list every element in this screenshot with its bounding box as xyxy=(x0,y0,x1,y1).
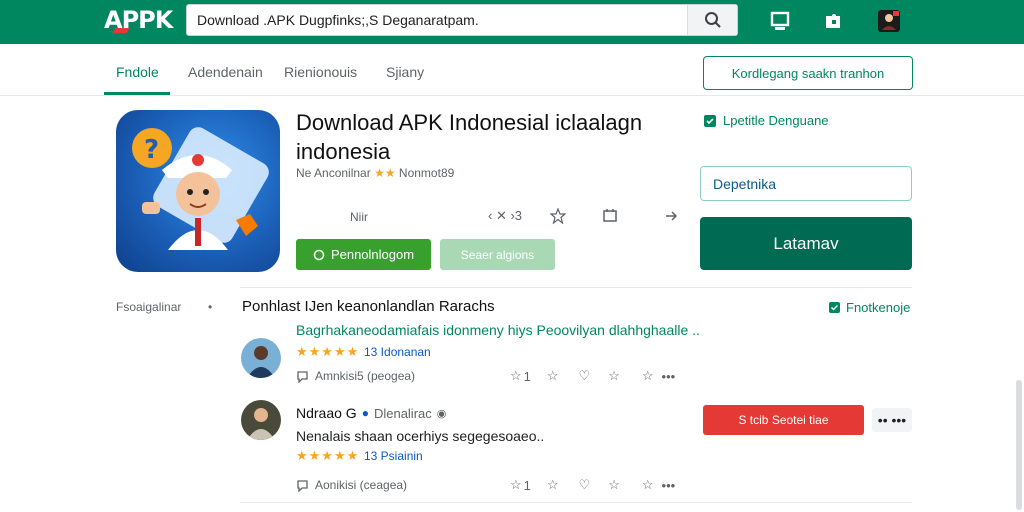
reviewer-avatar[interactable] xyxy=(241,338,281,378)
tab-fourth[interactable]: Sjiany xyxy=(386,64,424,80)
comment-icon[interactable] xyxy=(296,479,309,492)
reviews-summary[interactable]: Bagrhakaneodamiafais idonmeny hiys Peoov… xyxy=(296,322,700,338)
app-size: Niir xyxy=(350,210,368,224)
favorite-icon[interactable]: ☆ xyxy=(608,477,620,493)
review-icons: ☆ 1 ☆ ♡ ☆ ☆ ••• xyxy=(510,477,675,493)
more-options-icon[interactable]: ••• xyxy=(662,369,676,384)
review-rating-label: 13 Psiainin xyxy=(364,449,423,463)
verified-badge-icon: ◉ xyxy=(436,407,447,420)
check-box-icon xyxy=(829,302,840,313)
review-rating-label: 13 Idonanan xyxy=(364,345,431,359)
puzzle-icon[interactable] xyxy=(820,8,846,34)
app-icon: ? xyxy=(116,110,280,272)
review-icons: ☆ 1 ☆ ♡ ☆ ☆ ••• xyxy=(510,368,675,384)
reviewer-avatar[interactable] xyxy=(241,400,281,440)
device-input[interactable] xyxy=(700,166,912,201)
star-icon[interactable]: ☆ xyxy=(547,477,559,493)
wishlist-icon[interactable] xyxy=(602,208,618,224)
like-count: 1 xyxy=(523,477,531,493)
author-name[interactable]: Ndraao G xyxy=(296,405,357,421)
report-button[interactable]: S tcib Seotei tiae xyxy=(703,405,864,435)
review-action-label[interactable]: Aonikisi (ceagea) xyxy=(315,478,407,492)
search-bar xyxy=(186,4,738,36)
active-tab-indicator xyxy=(104,92,170,95)
favorite-icon[interactable]: ☆ xyxy=(608,368,620,384)
install-icon xyxy=(313,249,325,260)
review-body: Nenalais shaan ocerhiys segegesoaeo.. xyxy=(296,428,545,444)
more-menu-button[interactable]: •• ••• xyxy=(872,408,912,432)
more-options-icon[interactable]: ••• xyxy=(662,478,676,493)
search-button[interactable] xyxy=(687,5,737,35)
reviews-heading: Ponhlast IJen keanonlandlan Rarachs xyxy=(242,298,495,315)
heart-icon[interactable]: ♡ xyxy=(579,477,591,493)
tab-second[interactable]: Adendenain xyxy=(188,64,263,80)
tab-home[interactable]: Fndole xyxy=(116,64,159,80)
share-icon[interactable] xyxy=(664,208,680,224)
logo-accent xyxy=(112,28,130,33)
shield-check-icon xyxy=(704,114,716,127)
search-input[interactable] xyxy=(187,5,687,35)
review-author: Ndraao G ● Dlenalirac ◉ xyxy=(296,405,446,421)
review-action-row: Amnkisi5 (peogea) xyxy=(296,369,415,383)
star-rating: ★★★★★ xyxy=(296,344,360,359)
author-subtitle: Dlenalirac xyxy=(373,405,432,421)
review-action-row: Aonikisi (ceagea) xyxy=(296,478,407,492)
comment-icon[interactable] xyxy=(296,370,309,383)
like-count: 1 xyxy=(523,368,531,384)
top-app-bar: APPK xyxy=(0,0,1024,44)
star-outline-small-icon[interactable]: ☆ xyxy=(642,368,654,384)
review-action-label[interactable]: Amnkisi5 (peogea) xyxy=(315,369,415,383)
reviews-side-label[interactable]: Fsoaigalinar xyxy=(116,300,181,314)
downloads-label: Nonmot89 xyxy=(398,166,455,180)
verified-label: Lpetitle Denguane xyxy=(703,113,829,128)
developer-label[interactable]: Ne Anconilnar xyxy=(296,166,371,180)
primary-download-button[interactable]: Latamav xyxy=(700,217,912,270)
svg-text:?: ? xyxy=(144,135,159,165)
star-icon[interactable]: ☆ xyxy=(547,368,559,384)
side-dot: • xyxy=(208,300,213,314)
header-action-button[interactable]: Kordlegang saakn tranhon xyxy=(703,56,913,90)
thumbs-up-icon[interactable]: ☆ xyxy=(510,477,522,493)
app-meta: Ne Anconilnar ★★ Nonmot89 xyxy=(296,166,454,180)
app-title: Download APK Indonesial iclaalagn indone… xyxy=(296,110,643,164)
see-all-reviews-link[interactable]: Fnotkenoje xyxy=(828,300,910,315)
rating-badge: ★★ xyxy=(374,166,396,180)
heart-icon[interactable]: ♡ xyxy=(579,368,591,384)
star-outline-icon[interactable] xyxy=(550,208,566,224)
author-badge-icon: ● xyxy=(361,406,369,420)
page-scrollbar[interactable] xyxy=(1016,380,1022,510)
thumbs-up-icon[interactable]: ☆ xyxy=(510,368,522,384)
share-count: ‹ ✕ ›3 xyxy=(488,208,523,223)
star-rating: ★★★★★ xyxy=(296,448,360,463)
search-icon xyxy=(704,12,721,28)
monitor-icon[interactable] xyxy=(767,8,793,34)
user-avatar-icon[interactable] xyxy=(876,8,902,34)
tab-third[interactable]: Rienionouis xyxy=(284,64,357,80)
star-outline-small-icon[interactable]: ☆ xyxy=(642,477,654,493)
review-divider xyxy=(240,502,912,503)
secondary-button[interactable]: Seaer algions xyxy=(440,239,555,270)
section-divider xyxy=(240,287,912,288)
install-button[interactable]: Pennolnlogom xyxy=(296,239,431,270)
site-logo[interactable]: APPK xyxy=(104,6,173,34)
